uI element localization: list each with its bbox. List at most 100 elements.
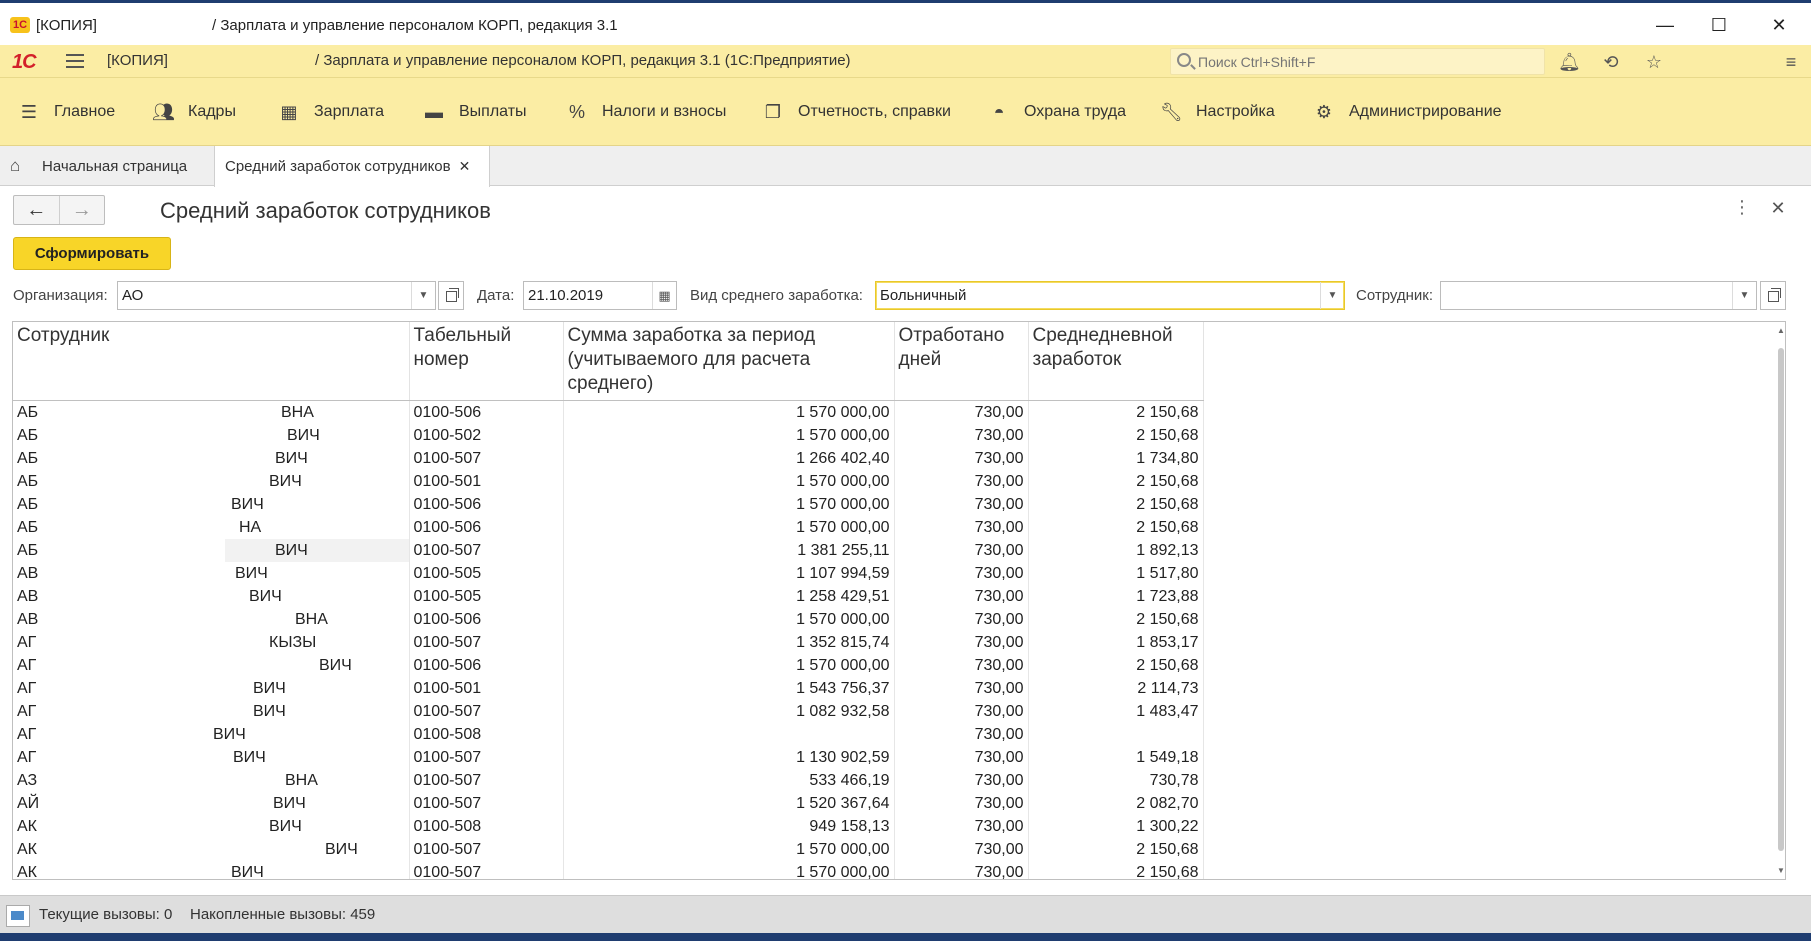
cell-earnings-sum: 1 381 255,11 (563, 538, 895, 562)
cell-average-daily: 1 517,80 (1028, 561, 1204, 585)
1c-logo: 1С (12, 51, 37, 73)
employee-field[interactable]: ▼ (1440, 281, 1757, 310)
employee-last-name: АБ (17, 518, 39, 536)
wallet-icon: ▬ (425, 102, 443, 122)
employee-last-name: АБ (17, 426, 39, 444)
scrollbar-thumb[interactable] (1778, 348, 1784, 851)
table-row[interactable]: АБ ВИЧ 0100-507 1 266 402,40 730,00 1 734,80 (13, 446, 1204, 470)
cell-earnings-sum: 1 543 756,37 (563, 676, 895, 700)
table-row[interactable]: АВ ВИЧ 0100-505 1 107 994,59 730,00 1 517,80 (13, 561, 1204, 585)
cell-personnel-number: 0100-507 (409, 791, 564, 815)
cell-personnel-number: 0100-508 (409, 814, 564, 838)
search-icon (1177, 53, 1191, 67)
cell-employee: АГ КЫЗЫ (13, 630, 410, 654)
vertical-scrollbar[interactable]: ▲ ▼ (1775, 322, 1785, 879)
table-row[interactable]: АГ КЫЗЫ 0100-507 1 352 815,74 730,00 1 853,17 (13, 630, 1204, 654)
section-label: Кадры (188, 103, 236, 120)
minimize-button[interactable]: — (1647, 11, 1683, 39)
cell-personnel-number: 0100-501 (409, 676, 564, 700)
section-salary[interactable]: ▦ Зарплата (278, 102, 384, 122)
table-row[interactable]: АГ ВИЧ 0100-508 730,00 (13, 722, 1204, 746)
calendar-icon[interactable]: ▦ (652, 282, 676, 309)
gear-icon: ⚙ (1315, 102, 1333, 122)
dropdown-arrow-icon[interactable]: ▼ (1732, 282, 1756, 309)
section-settings[interactable]: 🔧︎ Настройка (1160, 102, 1275, 122)
section-payments[interactable]: ▬ Выплаты (423, 102, 527, 122)
cell-days-worked: 730,00 (894, 676, 1029, 700)
close-form-icon[interactable]: ✕ (1768, 198, 1788, 220)
search-input[interactable] (1198, 52, 1538, 72)
section-hr[interactable]: 👥︎ Кадры (152, 102, 236, 122)
table-row[interactable]: АК ВИЧ 0100-508 949 158,13 730,00 1 300,22 (13, 814, 1204, 838)
open-employee-icon[interactable] (1760, 281, 1786, 310)
scroll-down-arrow-icon[interactable]: ▼ (1777, 866, 1785, 875)
people-icon: 👥︎ (152, 102, 175, 122)
close-window-button[interactable]: ✕ (1761, 11, 1797, 39)
table-row[interactable]: АГ ВИЧ 0100-501 1 543 756,37 730,00 2 114,73 (13, 676, 1204, 700)
table-row[interactable]: АВ ВНА 0100-506 1 570 000,00 730,00 2 150,68 (13, 607, 1204, 631)
section-reports[interactable]: ❐ Отчетность, справки (762, 102, 951, 122)
table-row[interactable]: АГ ВИЧ 0100-507 1 082 932,58 730,00 1 483,47 (13, 699, 1204, 723)
table-row[interactable]: АБ ВНА 0100-506 1 570 000,00 730,00 2 150,68 (13, 400, 1204, 424)
history-icon[interactable]: ⟲ (1600, 51, 1622, 73)
cell-days-worked: 730,00 (894, 469, 1029, 493)
table-row[interactable]: АВ ВИЧ 0100-505 1 258 429,51 730,00 1 723,88 (13, 584, 1204, 608)
table-row[interactable]: АГ ВИЧ 0100-507 1 130 902,59 730,00 1 549,18 (13, 745, 1204, 769)
section-taxes[interactable]: % Налоги и взносы (566, 102, 726, 122)
col-header-personnel-number: Табельный номер (409, 322, 564, 401)
organization-field[interactable]: АО ▼ (117, 281, 436, 310)
table-row[interactable]: АК ВИЧ 0100-507 1 570 000,00 730,00 2 150,68 (13, 860, 1204, 880)
table-row[interactable]: АБ ВИЧ 0100-501 1 570 000,00 730,00 2 150,68 (13, 469, 1204, 493)
employee-last-name: АГ (17, 748, 37, 766)
employee-patronymic: ВИЧ (249, 587, 282, 605)
cell-average-daily: 2 082,70 (1028, 791, 1204, 815)
more-menu-icon[interactable]: ≡ (1780, 51, 1802, 73)
dropdown-arrow-icon[interactable]: ▼ (411, 282, 435, 309)
cell-earnings-sum: 1 570 000,00 (563, 607, 895, 631)
date-field[interactable]: 21.10.2019 ▦ (523, 281, 677, 310)
employee-last-name: АГ (17, 633, 37, 651)
generate-button[interactable]: Сформировать (13, 237, 171, 270)
employee-last-name: АБ (17, 472, 39, 490)
table-row[interactable]: АБ ВИЧ 0100-507 1 381 255,11 730,00 1 892,13 (13, 538, 1204, 562)
main-menu-icon[interactable] (66, 54, 84, 68)
cell-average-daily (1028, 722, 1204, 746)
cell-personnel-number: 0100-507 (409, 860, 564, 879)
table-row[interactable]: АБ ВИЧ 0100-506 1 570 000,00 730,00 2 150,68 (13, 492, 1204, 516)
table-row[interactable]: АГ ВИЧ 0100-506 1 570 000,00 730,00 2 150,68 (13, 653, 1204, 677)
earnings-kind-field[interactable]: Больничный ▼ (875, 281, 1345, 310)
report-table[interactable]: Сотрудник Табельный номер Сумма заработк… (12, 321, 1786, 880)
back-arrow-icon[interactable]: ← (14, 196, 59, 224)
star-icon[interactable]: ☆ (1643, 51, 1665, 73)
table-row[interactable]: АЙ ВИЧ 0100-507 1 520 367,64 730,00 2 082,70 (13, 791, 1204, 815)
date-value: 21.10.2019 (528, 287, 604, 304)
maximize-button[interactable]: ☐ (1701, 11, 1737, 39)
section-main[interactable]: ☰ Главное (18, 102, 115, 122)
menu-icon: ☰ (20, 102, 38, 122)
open-organization-icon[interactable] (438, 281, 464, 310)
employee-patronymic: ВИЧ (325, 840, 358, 858)
calculator-icon: ▦ (280, 102, 298, 122)
section-administration[interactable]: ⚙ Администрирование (1313, 102, 1502, 122)
server-calls-icon[interactable] (6, 905, 30, 927)
close-tab-icon[interactable]: ✕ (459, 158, 471, 175)
cell-average-daily: 2 150,68 (1028, 837, 1204, 861)
cell-employee: АБ НА (13, 515, 410, 539)
employee-patronymic: ВНА (285, 771, 318, 789)
table-row[interactable]: АК ВИЧ 0100-507 1 570 000,00 730,00 2 150,68 (13, 837, 1204, 861)
scroll-up-arrow-icon[interactable]: ▲ (1777, 326, 1785, 335)
tab-home[interactable]: ⌂ Начальная страница (0, 146, 214, 186)
section-labor-safety[interactable]: ◓ Охрана труда (988, 102, 1126, 122)
employee-patronymic: ВИЧ (231, 863, 264, 880)
cell-employee: АГ ВИЧ (13, 676, 410, 700)
bell-icon[interactable]: 🔔︎ (1558, 51, 1581, 73)
table-row[interactable]: АБ ВИЧ 0100-502 1 570 000,00 730,00 2 150,68 (13, 423, 1204, 447)
table-row[interactable]: АБ НА 0100-506 1 570 000,00 730,00 2 150,68 (13, 515, 1204, 539)
table-row[interactable]: АЗ ВНА 0100-507 533 466,19 730,00 730,78 (13, 768, 1204, 792)
current-calls: Текущие вызовы: 0 (39, 906, 173, 923)
search-box[interactable] (1170, 48, 1545, 75)
tab-average-earnings[interactable]: Средний заработок сотрудников ✕ (214, 146, 490, 187)
more-options-icon[interactable]: ⋮ (1733, 197, 1751, 221)
dropdown-arrow-icon[interactable]: ▼ (1320, 282, 1344, 309)
forward-arrow-icon[interactable]: → (58, 196, 105, 224)
